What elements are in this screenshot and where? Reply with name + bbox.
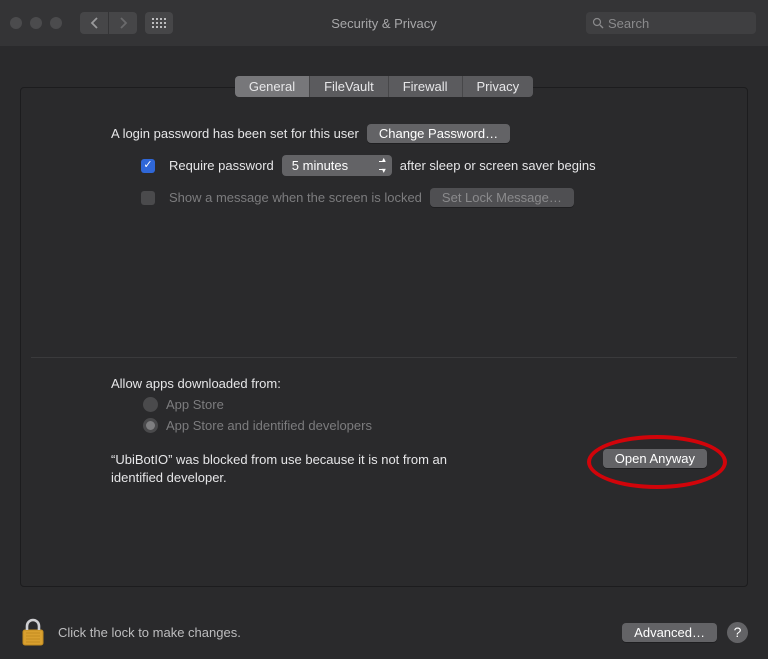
chevron-down-icon: ▾ [382,167,386,175]
lock-hint-text: Click the lock to make changes. [58,625,241,640]
search-placeholder: Search [608,16,649,31]
require-delay-value: 5 minutes [292,158,348,173]
search-field[interactable]: Search [586,12,756,34]
grid-icon [152,18,166,28]
minimize-window-icon[interactable] [30,17,42,29]
show-all-button[interactable] [145,12,173,34]
change-password-button[interactable]: Change Password… [367,124,510,143]
radio-app-store-label: App Store [166,397,224,412]
chevron-right-icon [119,17,128,29]
forward-button[interactable] [109,12,137,34]
window-controls [10,17,62,29]
zoom-window-icon[interactable] [50,17,62,29]
tab-firewall[interactable]: Firewall [389,76,463,97]
tab-privacy[interactable]: Privacy [463,76,534,97]
require-delay-select[interactable]: 5 minutes ▴ ▾ [282,155,392,176]
window-title: Security & Privacy [331,16,436,31]
radio-identified-developers [143,418,158,433]
require-password-checkbox[interactable] [141,159,155,173]
tab-filevault[interactable]: FileVault [310,76,389,97]
tab-bar: General FileVault Firewall Privacy [0,76,768,97]
radio-identified-developers-label: App Store and identified developers [166,418,372,433]
lock-icon[interactable] [20,617,46,647]
search-icon [592,17,604,29]
chevron-up-icon: ▴ [382,156,386,164]
login-password-set-label: A login password has been set for this u… [111,126,359,141]
titlebar: Security & Privacy Search [0,0,768,46]
set-lock-message-button: Set Lock Message… [430,188,574,207]
nav-buttons [80,12,137,34]
open-anyway-button[interactable]: Open Anyway [603,449,707,468]
login-section: A login password has been set for this u… [21,124,747,207]
radio-app-store [143,397,158,412]
blocked-app-message: “UbiBotIO” was blocked from use because … [111,451,471,486]
require-password-label: Require password [169,158,274,173]
show-message-label: Show a message when the screen is locked [169,190,422,205]
back-button[interactable] [80,12,108,34]
after-sleep-label: after sleep or screen saver begins [400,158,596,173]
close-window-icon[interactable] [10,17,22,29]
footer: Click the lock to make changes. Advanced… [20,617,748,647]
allow-apps-heading: Allow apps downloaded from: [111,376,707,391]
tab-general[interactable]: General [235,76,310,97]
advanced-button[interactable]: Advanced… [622,623,717,642]
content-frame: A login password has been set for this u… [20,87,748,587]
help-button[interactable]: ? [727,622,748,643]
allow-apps-section: Allow apps downloaded from: App Store Ap… [21,358,747,486]
show-message-checkbox [141,191,155,205]
chevron-left-icon [90,17,99,29]
